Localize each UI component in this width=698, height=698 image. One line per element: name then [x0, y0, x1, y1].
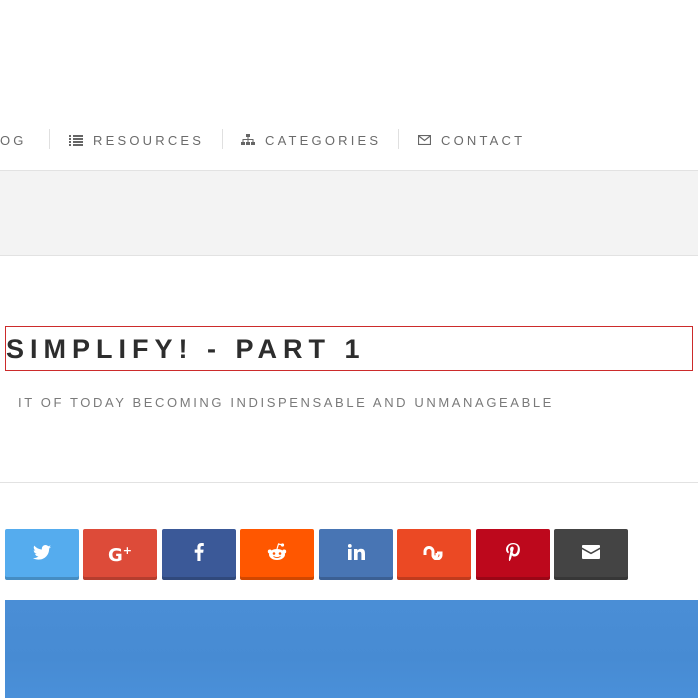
- nav-item-categories[interactable]: CATEGORIES: [241, 128, 381, 152]
- facebook-icon: [194, 543, 204, 566]
- google-plus-icon: G+: [108, 543, 132, 566]
- share-reddit-button[interactable]: [240, 529, 314, 580]
- share-stumbleupon-button[interactable]: [397, 529, 471, 580]
- content-divider: [0, 482, 698, 483]
- list-icon: [69, 134, 83, 146]
- page-title: SIMPLIFY! - PART 1: [6, 334, 366, 364]
- share-pinterest-button[interactable]: [476, 529, 550, 580]
- featured-image: [5, 600, 698, 698]
- nav-item-label: CONTACT: [441, 132, 526, 148]
- nav-item-label: RESOURCES: [93, 132, 205, 148]
- twitter-icon: [33, 544, 51, 565]
- share-email-button[interactable]: [554, 529, 628, 580]
- nav-separator: [49, 129, 50, 149]
- envelope-icon: [418, 135, 431, 145]
- nav-item-contact[interactable]: CONTACT: [418, 128, 525, 152]
- nav-item-label: CATEGORIES: [265, 132, 382, 148]
- nav-separator: [398, 129, 399, 149]
- post-title-box: SIMPLIFY! - PART 1: [5, 326, 693, 371]
- sitemap-icon: [241, 134, 255, 146]
- nav-item-blog[interactable]: OG: [0, 128, 27, 152]
- linkedin-icon: [347, 544, 365, 565]
- main-navigation: OG RESOURCES CATEGORIES CONTACT: [0, 128, 698, 152]
- pinterest-icon: [506, 543, 520, 566]
- nav-item-label: OG: [0, 132, 27, 148]
- header-band: [0, 171, 698, 255]
- post-subtitle: IT OF TODAY BECOMING INDISPENSABLE AND U…: [18, 395, 554, 410]
- nav-item-resources[interactable]: RESOURCES: [69, 128, 204, 152]
- nav-separator: [222, 129, 223, 149]
- share-facebook-button[interactable]: [162, 529, 236, 580]
- stumbleupon-icon: [423, 544, 445, 565]
- reddit-icon: [267, 543, 287, 566]
- band-divider: [0, 255, 698, 256]
- envelope-icon: [582, 545, 600, 564]
- share-twitter-button[interactable]: [5, 529, 79, 580]
- share-linkedin-button[interactable]: [319, 529, 393, 580]
- share-google-plus-button[interactable]: G+: [83, 529, 157, 580]
